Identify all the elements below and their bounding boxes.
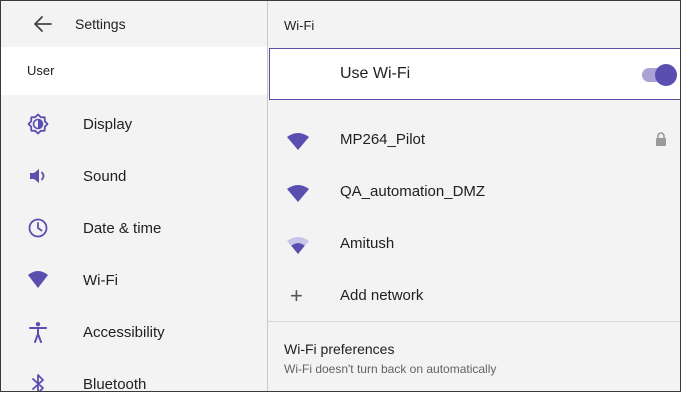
add-network-label: Add network [340, 287, 424, 304]
sidebar-item-label: Bluetooth [83, 376, 147, 392]
sidebar-item-wifi[interactable]: Wi-Fi [1, 255, 267, 307]
sidebar-item-label: Display [83, 116, 133, 133]
sidebar-header: Settings [1, 1, 267, 47]
clock-icon [28, 218, 48, 238]
sidebar-item-label: Date & time [83, 220, 162, 237]
use-wifi-label: Use Wi-Fi [340, 65, 411, 82]
sidebar-item-display[interactable]: Display [1, 99, 267, 151]
sidebar-item-label: Accessibility [83, 324, 165, 341]
back-arrow-icon[interactable] [33, 15, 53, 33]
brightness-icon [27, 113, 49, 135]
settings-sidebar: Settings User Display Sound Date & time … [1, 1, 267, 392]
settings-window: Settings User Display Sound Date & time … [0, 0, 681, 392]
use-wifi-row[interactable]: Use Wi-Fi [269, 48, 680, 100]
wifi-preferences-subtitle: Wi-Fi doesn't turn back on automatically [284, 362, 497, 376]
wifi-detail-pane: Wi-Fi Use Wi-Fi MP264_Pilot QA_automatio… [268, 1, 680, 391]
sidebar-item-bluetooth[interactable]: Bluetooth [1, 359, 267, 392]
sidebar-item-date-time[interactable]: Date & time [1, 203, 267, 255]
network-name: MP264_Pilot [340, 131, 426, 148]
accessibility-icon [29, 322, 47, 343]
speaker-icon [30, 169, 45, 183]
wifi-signal-medium-icon [287, 237, 309, 254]
network-item-amitush[interactable]: Amitush [268, 219, 680, 271]
wifi-icon [28, 271, 48, 288]
add-network-row[interactable]: + Add network [268, 271, 680, 323]
wifi-signal-full-icon [287, 133, 309, 150]
page-title: Wi-Fi [284, 18, 315, 33]
sidebar-item-label: Sound [83, 168, 127, 185]
network-item-qa-automation-dmz[interactable]: QA_automation_DMZ [268, 167, 680, 219]
section-divider [268, 321, 680, 322]
sidebar-title: Settings [75, 16, 126, 32]
add-icon: + [290, 283, 303, 308]
sidebar-item-label: Wi-Fi [83, 272, 118, 289]
network-name: Amitush [340, 235, 395, 252]
section-user-label: User [27, 63, 55, 78]
bluetooth-icon [32, 374, 44, 391]
section-user: User [1, 47, 267, 95]
sidebar-item-accessibility[interactable]: Accessibility [1, 307, 267, 359]
use-wifi-toggle[interactable] [655, 64, 677, 86]
wifi-signal-full-icon [287, 185, 309, 202]
lock-icon [656, 132, 666, 146]
sidebar-item-sound[interactable]: Sound [1, 151, 267, 203]
wifi-preferences-title: Wi-Fi preferences [284, 341, 395, 357]
network-name: QA_automation_DMZ [340, 183, 486, 200]
network-item-mp264-pilot[interactable]: MP264_Pilot [268, 115, 680, 167]
